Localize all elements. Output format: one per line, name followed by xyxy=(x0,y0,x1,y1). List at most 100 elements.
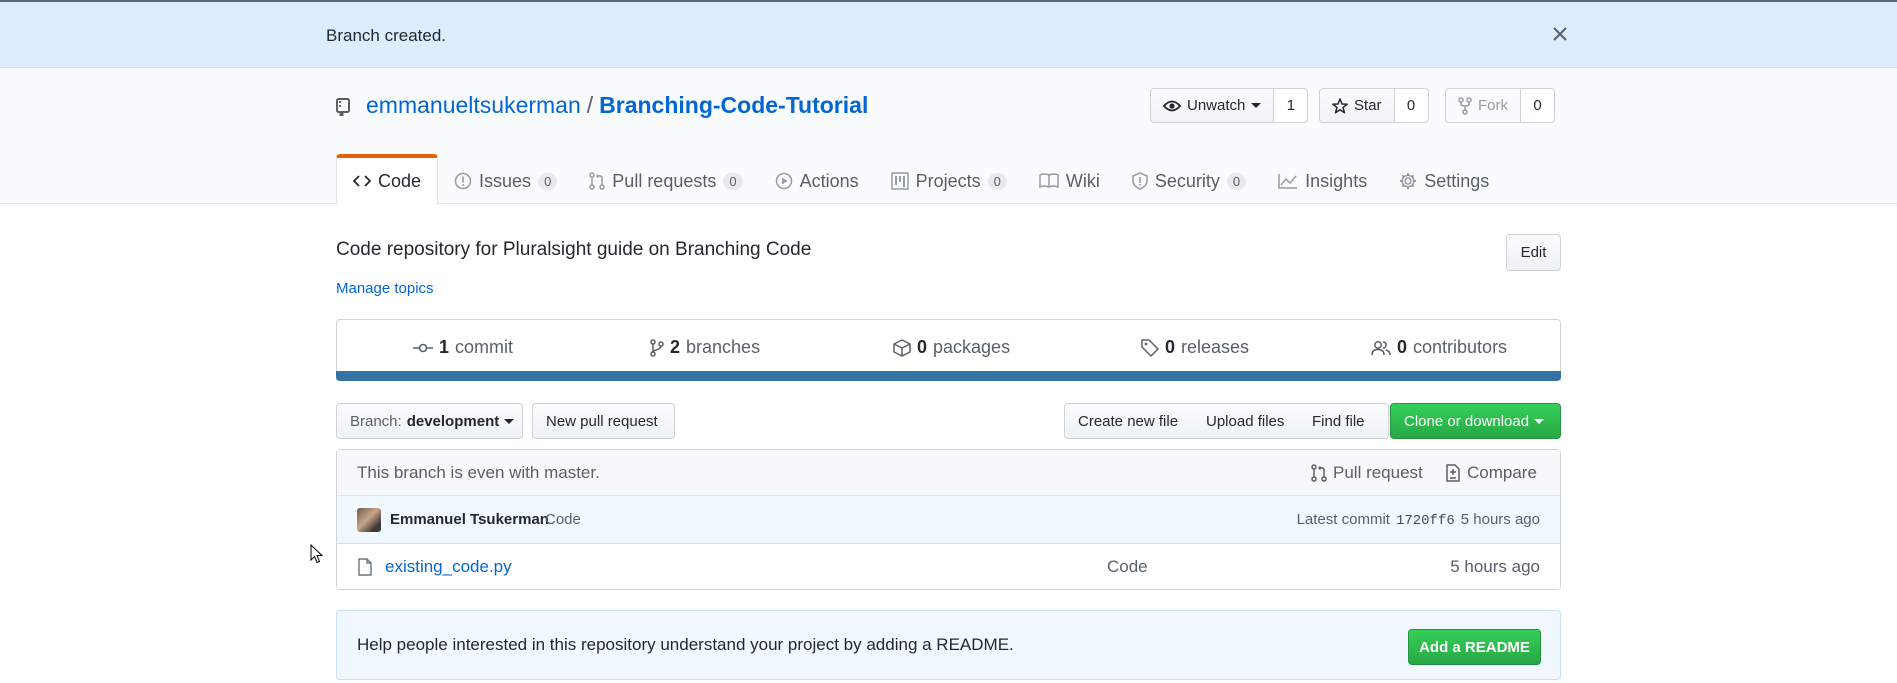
latest-commit-row: Emmanuel Tsukerman Code Latest commit 17… xyxy=(337,496,1560,544)
file-age: 5 hours ago xyxy=(1450,556,1540,576)
latest-commit-prefix: Latest commit xyxy=(1296,510,1390,528)
find-file-button[interactable]: Find file xyxy=(1299,403,1389,439)
edit-description-button[interactable]: Edit xyxy=(1506,234,1561,271)
commit-message[interactable]: Code xyxy=(545,511,581,528)
forks-count[interactable]: 0 xyxy=(1521,88,1555,123)
compare-label: Compare xyxy=(1467,462,1537,482)
tab-wiki[interactable]: Wiki xyxy=(1023,154,1116,204)
file-icon xyxy=(358,557,372,576)
file-commit-message[interactable]: Code xyxy=(1107,557,1148,577)
repo-separator: / xyxy=(586,92,594,118)
create-new-file-button[interactable]: Create new file xyxy=(1064,403,1194,439)
repo-nav-tabs: Code Issues 0 Pull requests 0 Actions Pr… xyxy=(336,154,1505,205)
fork-button[interactable]: Fork xyxy=(1445,88,1521,123)
repo-owner-link[interactable]: emmanueltsukerman xyxy=(366,92,581,118)
commit-author[interactable]: Emmanuel Tsukerman xyxy=(390,511,549,528)
compare-link[interactable]: Compare xyxy=(1445,463,1537,483)
pull-requests-count: 0 xyxy=(723,172,743,190)
issues-count: 0 xyxy=(538,172,558,190)
repo-name-link[interactable]: Branching-Code-Tutorial xyxy=(599,92,868,118)
code-icon xyxy=(353,174,371,188)
branch-select-value: development xyxy=(406,412,500,430)
watchers-count[interactable]: 1 xyxy=(1274,88,1309,123)
eye-icon xyxy=(1163,99,1181,113)
star-icon xyxy=(1332,97,1348,114)
commits-num: 1 xyxy=(439,337,450,357)
branch-select-prefix: Branch: xyxy=(350,412,402,430)
tab-wiki-label: Wiki xyxy=(1065,170,1100,191)
releases-label: releases xyxy=(1181,337,1250,357)
people-icon xyxy=(1371,340,1391,356)
tab-actions[interactable]: Actions xyxy=(759,154,875,204)
graph-icon xyxy=(1278,173,1298,189)
package-icon xyxy=(893,338,911,357)
tab-security-label: Security xyxy=(1154,170,1220,191)
branches-label: branches xyxy=(686,337,761,357)
x-icon[interactable] xyxy=(1550,24,1570,44)
tab-projects[interactable]: Projects 0 xyxy=(875,154,1023,204)
releases-link[interactable]: 0 releases xyxy=(1141,337,1249,358)
clone-label: Clone or download xyxy=(1404,412,1530,430)
tab-code-label: Code xyxy=(378,170,422,191)
tab-settings-label: Settings xyxy=(1424,170,1490,191)
commits-link[interactable]: 1 commit xyxy=(413,337,513,358)
tab-code[interactable]: Code xyxy=(336,154,439,205)
language-bar[interactable] xyxy=(336,371,1561,381)
packages-num: 0 xyxy=(917,337,928,357)
upload-files-button[interactable]: Upload files xyxy=(1193,403,1300,439)
issue-icon xyxy=(454,172,472,190)
tab-insights[interactable]: Insights xyxy=(1262,154,1383,204)
repo-header: emmanueltsukerman / Branching-Code-Tutoria… xyxy=(0,68,1897,205)
branches-link[interactable]: 2 branches xyxy=(650,337,760,358)
caret-down-icon xyxy=(1534,418,1545,424)
table-row: existing_code.py Code 5 hours ago xyxy=(337,544,1560,589)
file-table: This branch is even with master. Pull re… xyxy=(336,449,1561,590)
commit-icon xyxy=(413,342,433,354)
manage-topics-link[interactable]: Manage topics xyxy=(336,280,434,297)
fork-action: Fork 0 xyxy=(1445,88,1555,123)
new-pull-request-button[interactable]: New pull request xyxy=(532,403,675,439)
play-icon xyxy=(775,172,793,190)
tab-issues[interactable]: Issues 0 xyxy=(438,154,573,204)
fork-icon xyxy=(1458,96,1472,115)
branches-num: 2 xyxy=(670,337,681,357)
unwatch-button[interactable]: Unwatch xyxy=(1150,88,1275,123)
branch-status-text: This branch is even with master. xyxy=(357,462,600,482)
stars-count[interactable]: 0 xyxy=(1394,88,1429,123)
readme-prompt-text: Help people interested in this repositor… xyxy=(357,635,1014,654)
tab-actions-label: Actions xyxy=(799,170,859,191)
commit-sha[interactable]: 1720ff6 xyxy=(1396,513,1455,529)
tab-settings[interactable]: Settings xyxy=(1383,154,1505,204)
tag-icon xyxy=(1141,338,1159,357)
gear-icon xyxy=(1399,172,1417,190)
contributors-label: contributors xyxy=(1413,337,1508,357)
pull-request-link[interactable]: Pull request xyxy=(1311,463,1423,483)
commit-time: 5 hours ago xyxy=(1460,510,1540,528)
commits-label: commit xyxy=(455,337,514,357)
pull-request-icon xyxy=(1311,463,1327,482)
caret-down-icon xyxy=(1251,103,1262,108)
project-icon xyxy=(890,172,909,190)
clone-or-download-button[interactable]: Clone or download xyxy=(1390,403,1561,439)
flash-message: Branch created. xyxy=(326,26,447,45)
star-action: Star 0 xyxy=(1319,88,1429,123)
add-readme-button[interactable]: Add a README xyxy=(1408,629,1541,665)
tab-issues-label: Issues xyxy=(479,170,532,191)
file-name-link[interactable]: existing_code.py xyxy=(385,557,512,577)
branch-icon xyxy=(650,338,664,357)
star-button[interactable]: Star xyxy=(1319,88,1395,123)
repo-icon xyxy=(336,98,350,116)
avatar[interactable] xyxy=(357,508,381,532)
contributors-num: 0 xyxy=(1397,337,1408,357)
branch-select-button[interactable]: Branch: development xyxy=(336,403,523,439)
flash-banner: Branch created. xyxy=(0,0,1897,68)
tab-security[interactable]: Security 0 xyxy=(1116,154,1262,204)
tab-pull-requests-label: Pull requests xyxy=(612,170,717,191)
watch-action: Unwatch 1 xyxy=(1150,88,1309,123)
book-icon xyxy=(1039,173,1059,189)
packages-link[interactable]: 0 packages xyxy=(893,337,1010,358)
tab-pull-requests[interactable]: Pull requests 0 xyxy=(573,154,758,204)
contributors-link[interactable]: 0 contributors xyxy=(1371,337,1507,358)
unwatch-label: Unwatch xyxy=(1187,97,1246,114)
security-count: 0 xyxy=(1226,172,1247,190)
